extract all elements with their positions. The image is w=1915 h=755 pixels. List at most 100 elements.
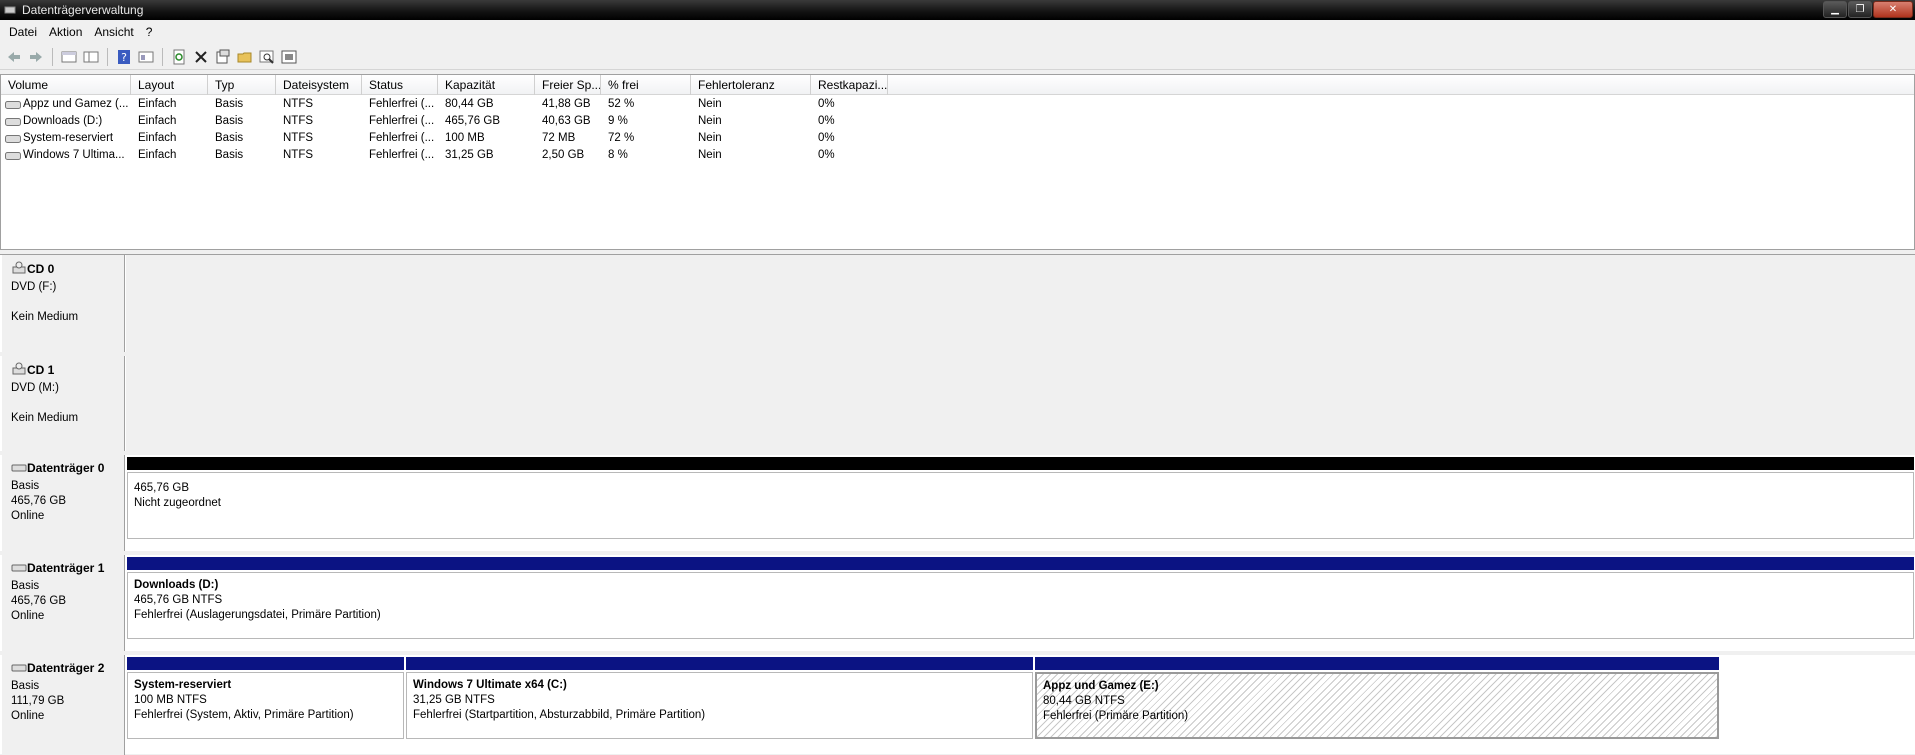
partition-bar [1035,657,1719,670]
disk-blank-line [11,396,124,411]
volume-list-header: Volume Layout Typ Dateisystem Status Kap… [1,75,1914,95]
cell-volume: Windows 7 Ultima... [23,149,125,161]
disk-size: 111,79 GB [11,695,65,707]
column-header-fehlertoleranz[interactable]: Fehlertoleranz [691,75,811,95]
refresh-icon [173,49,185,64]
partition-windows-c[interactable]: Windows 7 Ultimate x64 (C:) 31,25 GB NTF… [406,657,1033,739]
close-icon: ✕ [1888,4,1898,15]
partition-downloads[interactable]: Downloads (D:) 465,76 GB NTFS Fehlerfrei… [127,557,1914,639]
menu-datei[interactable]: Datei [3,21,43,43]
column-header-prozent-frei[interactable]: % frei [601,75,691,95]
cell-fehlertoleranz: Nein [698,98,722,110]
cell-restkapazitaet: 0% [818,149,835,161]
menu-help[interactable]: ? [140,21,159,43]
view-detail-button[interactable] [80,46,102,68]
help-button[interactable]: ? [113,46,135,68]
open-icon [237,52,252,62]
rescan-icon [281,50,297,63]
disk-area-empty [126,255,1915,352]
partition-appz-gamez-e[interactable]: Appz und Gamez (E:) 80,44 GB NTFS Fehler… [1035,657,1719,739]
menu-ansicht[interactable]: Ansicht [88,21,139,43]
disk-label-disk1[interactable]: Datenträger 1 Basis 465,76 GB Online [2,555,125,651]
disk-label-disk0[interactable]: Datenträger 0 Basis 465,76 GB Online [2,455,125,551]
refresh-button[interactable] [168,46,190,68]
toolbar-separator [107,47,108,66]
column-header-kapazitaet[interactable]: Kapazität [438,75,535,95]
cell-freier-speicher: 72 MB [542,132,576,144]
open-button[interactable] [234,46,256,68]
disk-blank-line [11,295,124,310]
column-header-freier-speicher[interactable]: Freier Sp... [535,75,601,95]
view-detail-icon [83,51,99,62]
properties-sheet-icon [216,49,230,63]
cell-prozent-frei: 52 % [608,98,635,110]
cell-fehlertoleranz: Nein [698,149,722,161]
cell-dateisystem: NTFS [283,132,314,144]
maximize-button[interactable]: ❐ [1848,1,1872,18]
cell-restkapazitaet: 0% [818,115,835,127]
cell-freier-speicher: 40,63 GB [542,115,591,127]
partition-system-reserved[interactable]: System-reserviert 100 MB NTFS Fehlerfrei… [127,657,404,739]
disk-management-icon [4,6,16,14]
rescan-button[interactable] [278,46,300,68]
table-row[interactable]: Downloads (D:) Einfach Basis NTFS Fehler… [1,113,1914,130]
back-button[interactable] [3,46,25,68]
disk-row-cd0: CD 0 DVD (F:) Kein Medium [0,255,1915,352]
partition-bar [127,457,1914,470]
cell-status: Fehlerfrei (... [369,132,435,144]
title-bar: Datenträgerverwaltung ▁ ❐ ✕ [0,0,1915,20]
cell-status: Fehlerfrei (... [369,149,435,161]
disk-row-disk0: Datenträger 0 Basis 465,76 GB Online 465… [0,455,1915,551]
disk-name: Datenträger 2 [27,661,105,675]
partition-unallocated[interactable]: 465,76 GB Nicht zugeordnet [127,457,1914,539]
view-icon [61,51,77,62]
close-button[interactable]: ✕ [1873,1,1913,18]
disk-label-cd1[interactable]: CD 1 DVD (M:) Kein Medium [2,356,125,451]
partition-box: Windows 7 Ultimate x64 (C:) 31,25 GB NTF… [406,672,1033,739]
properties-button[interactable] [135,46,157,68]
cell-freier-speicher: 2,50 GB [542,149,585,161]
disk-type: DVD (F:) [11,281,57,293]
disk-row-disk1: Datenträger 1 Basis 465,76 GB Online Dow… [0,555,1915,651]
partition-name: Appz und Gamez (E:) [1043,680,1159,692]
table-row[interactable]: Windows 7 Ultima... Einfach Basis NTFS F… [1,147,1914,164]
properties-sheet-button[interactable] [212,46,234,68]
minimize-button[interactable]: ▁ [1823,1,1847,18]
delete-button[interactable] [190,46,212,68]
table-row[interactable]: System-reserviert Einfach Basis NTFS Feh… [1,130,1914,147]
forward-button[interactable] [25,46,47,68]
column-header-restkapazitaet[interactable]: Restkapazi... [811,75,888,95]
partition-name: System-reserviert [134,679,232,691]
column-header-typ[interactable]: Typ [208,75,276,95]
partition-size: 31,25 GB NTFS [413,694,495,706]
view-button[interactable] [58,46,80,68]
table-row[interactable]: Appz und Gamez (... Einfach Basis NTFS F… [1,96,1914,113]
column-header-volume[interactable]: Volume [1,75,131,95]
partition-bar [127,557,1914,570]
back-icon [8,51,20,62]
disk-label-disk2[interactable]: Datenträger 2 Basis 111,79 GB Online [2,655,125,755]
toolbar-separator [162,47,163,66]
cell-fehlertoleranz: Nein [698,132,722,144]
explore-icon [259,50,274,64]
disk-name: CD 0 [27,262,55,276]
partition-size: 80,44 GB NTFS [1043,695,1125,707]
disk-label-cd0[interactable]: CD 0 DVD (F:) Kein Medium [2,255,125,352]
column-header-layout[interactable]: Layout [131,75,208,95]
partition-size: 465,76 GB [134,482,189,494]
properties-icon [138,51,154,62]
cell-volume: Appz und Gamez (... [23,98,129,110]
disk-type: Basis [11,480,40,492]
explore-button[interactable] [256,46,278,68]
disk-status: Online [11,710,45,722]
cell-layout: Einfach [138,115,177,127]
disk-size: 465,76 GB [11,495,66,507]
cell-fehlertoleranz: Nein [698,115,722,127]
cell-prozent-frei: 8 % [608,149,628,161]
cell-freier-speicher: 41,88 GB [542,98,591,110]
column-header-dateisystem[interactable]: Dateisystem [276,75,362,95]
menu-aktion[interactable]: Aktion [43,21,88,43]
cell-typ: Basis [215,132,244,144]
cell-kapazitaet: 465,76 GB [445,115,500,127]
column-header-status[interactable]: Status [362,75,438,95]
